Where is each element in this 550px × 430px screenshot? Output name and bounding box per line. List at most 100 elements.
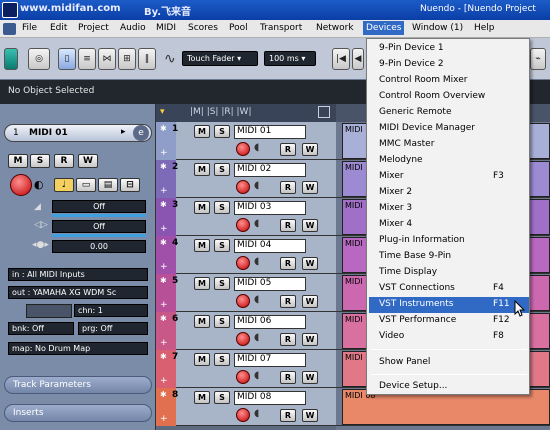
inspector-mute-button[interactable]: M — [8, 154, 28, 168]
track-record-button[interactable] — [236, 218, 250, 232]
track-read-button[interactable]: R — [280, 333, 296, 346]
track-write-button[interactable]: W — [302, 409, 318, 422]
track-list-settings-icon[interactable] — [318, 106, 330, 118]
track-name-field[interactable]: MIDI 04 — [234, 239, 306, 253]
track-solo-button[interactable]: S — [214, 239, 230, 252]
menu-item-mixer[interactable]: Mixer F3 — [369, 169, 529, 185]
menu-audio[interactable]: Audio — [120, 23, 146, 33]
track-solo-button[interactable]: S — [214, 163, 230, 176]
edit-instrument-icon[interactable]: e — [133, 125, 149, 141]
keyboard-icon[interactable]: ⊟ — [120, 178, 140, 192]
track-read-button[interactable]: R — [280, 219, 296, 232]
volume-field[interactable]: Off — [52, 200, 146, 213]
track-write-button[interactable]: W — [302, 333, 318, 346]
track-record-button[interactable] — [236, 332, 250, 346]
midi-output-select[interactable]: out : YAMAHA XG WDM Sc — [8, 286, 148, 299]
automation-mode-dropdown[interactable]: Touch Fader ▾ — [182, 51, 258, 66]
track-write-button[interactable]: W — [302, 181, 318, 194]
track-read-button[interactable]: R — [280, 143, 296, 156]
menu-item-midi-device-manager[interactable]: MIDI Device Manager — [369, 121, 529, 137]
menu-file[interactable]: File — [22, 23, 37, 33]
menu-item-mmc-master[interactable]: MMC Master — [369, 137, 529, 153]
track-row[interactable]: ✱ 2 M S MIDI 02 ◖ R W + — [156, 160, 336, 198]
inspector-solo-button[interactable]: S — [30, 154, 50, 168]
pan-field[interactable]: Off — [52, 220, 146, 233]
timebase-icon[interactable]: ♩ — [54, 178, 74, 192]
global-track-controls[interactable]: |M| |S| |R| |W| — [190, 107, 251, 117]
track-name-field[interactable]: MIDI 05 — [234, 277, 306, 291]
track-name-field[interactable]: MIDI 08 — [234, 391, 306, 405]
folder-icon[interactable]: ▭ — [76, 178, 96, 192]
track-record-button[interactable] — [236, 256, 250, 270]
track-read-button[interactable]: R — [280, 181, 296, 194]
speaker-icon[interactable]: ◖ — [254, 218, 266, 230]
track-solo-button[interactable]: S — [214, 277, 230, 290]
track-write-button[interactable]: W — [302, 219, 318, 232]
inserts-section[interactable]: Inserts — [4, 404, 152, 422]
track-mute-button[interactable]: M — [194, 353, 210, 366]
add-lane-icon[interactable]: + — [160, 338, 168, 348]
menu-item-plug-in-information[interactable]: Plug-in Information — [369, 233, 529, 249]
track-expand-icon[interactable]: ✱ — [160, 200, 167, 209]
menu-help[interactable]: Help — [474, 23, 495, 33]
track-record-button[interactable] — [236, 142, 250, 156]
track-expand-icon[interactable]: ✱ — [160, 390, 167, 399]
midi-input-select[interactable]: in : All MIDI Inputs — [8, 268, 148, 281]
drum-map-select[interactable]: map: No Drum Map — [8, 342, 148, 355]
menu-item-mixer-3[interactable]: Mixer 3 — [369, 201, 529, 217]
menu-item-9-pin-device-1[interactable]: 9-Pin Device 1 — [369, 41, 529, 57]
menu-devices[interactable]: Devices — [363, 21, 405, 35]
speaker-icon[interactable]: ◖ — [254, 180, 266, 192]
track-expand-icon[interactable]: ✱ — [160, 124, 167, 133]
track-mute-button[interactable]: M — [194, 391, 210, 404]
add-lane-icon[interactable]: + — [160, 148, 168, 158]
track-row[interactable]: ✱ 5 M S MIDI 05 ◖ R W + — [156, 274, 336, 312]
speaker-icon[interactable]: ◖ — [254, 294, 266, 306]
speaker-icon[interactable]: ◖ — [254, 256, 266, 268]
open-mixer-icon[interactable]: ‖ — [138, 48, 156, 70]
app-menu-icon[interactable] — [3, 23, 16, 35]
track-read-button[interactable]: R — [280, 295, 296, 308]
inspector-track-header[interactable]: 1 MIDI 01 ▸ e — [4, 124, 152, 142]
track-row[interactable]: ✱ 6 M S MIDI 06 ◖ R W + — [156, 312, 336, 350]
add-lane-icon[interactable]: + — [160, 300, 168, 310]
inspector-read-button[interactable]: R — [54, 154, 74, 168]
open-pool-icon[interactable]: ⊞ — [118, 48, 136, 70]
track-solo-button[interactable]: S — [214, 315, 230, 328]
add-lane-icon[interactable]: + — [160, 376, 168, 386]
latency-dropdown[interactable]: 100 ms ▾ — [264, 51, 316, 66]
menu-project[interactable]: Project — [78, 23, 109, 33]
track-write-button[interactable]: W — [302, 371, 318, 384]
track-name-field[interactable]: MIDI 03 — [234, 201, 306, 215]
menu-item-generic-remote[interactable]: Generic Remote — [369, 105, 529, 121]
menu-edit[interactable]: Edit — [50, 23, 67, 33]
track-name-field[interactable]: MIDI 07 — [234, 353, 306, 367]
menu-network[interactable]: Network — [316, 23, 354, 33]
activate-project-button[interactable] — [4, 48, 18, 70]
track-name-field[interactable]: MIDI 01 — [234, 125, 306, 139]
snap-icon[interactable]: ⌁ — [530, 48, 546, 70]
add-lane-icon[interactable]: + — [160, 262, 168, 272]
track-row[interactable]: ✱ 8 M S MIDI 08 ◖ R W + — [156, 388, 336, 426]
monitor-icon[interactable]: ◐ — [34, 178, 44, 191]
inspector-record-button[interactable] — [10, 174, 32, 196]
speaker-icon[interactable]: ◖ — [254, 142, 266, 154]
speaker-icon[interactable]: ◖ — [254, 370, 266, 382]
track-mute-button[interactable]: M — [194, 125, 210, 138]
track-mute-button[interactable]: M — [194, 315, 210, 328]
track-read-button[interactable]: R — [280, 409, 296, 422]
add-lane-icon[interactable]: + — [160, 414, 168, 424]
menu-item-show-panel[interactable]: Show Panel — [369, 355, 529, 371]
track-row[interactable]: ✱ 7 M S MIDI 07 ◖ R W + — [156, 350, 336, 388]
menu-item-device-setup[interactable]: Device Setup... — [369, 379, 529, 395]
menu-item-9-pin-device-2[interactable]: 9-Pin Device 2 — [369, 57, 529, 73]
delay-field[interactable]: 0.00 — [52, 240, 146, 253]
menu-pool[interactable]: Pool — [229, 23, 248, 33]
track-write-button[interactable]: W — [302, 257, 318, 270]
edit-instrument-button[interactable] — [26, 304, 72, 318]
track-mute-button[interactable]: M — [194, 201, 210, 214]
menu-transport[interactable]: Transport — [260, 23, 302, 33]
menu-window[interactable]: Window (1) — [412, 23, 463, 33]
add-lane-icon[interactable]: + — [160, 224, 168, 234]
menu-item-time-display[interactable]: Time Display — [369, 265, 529, 281]
